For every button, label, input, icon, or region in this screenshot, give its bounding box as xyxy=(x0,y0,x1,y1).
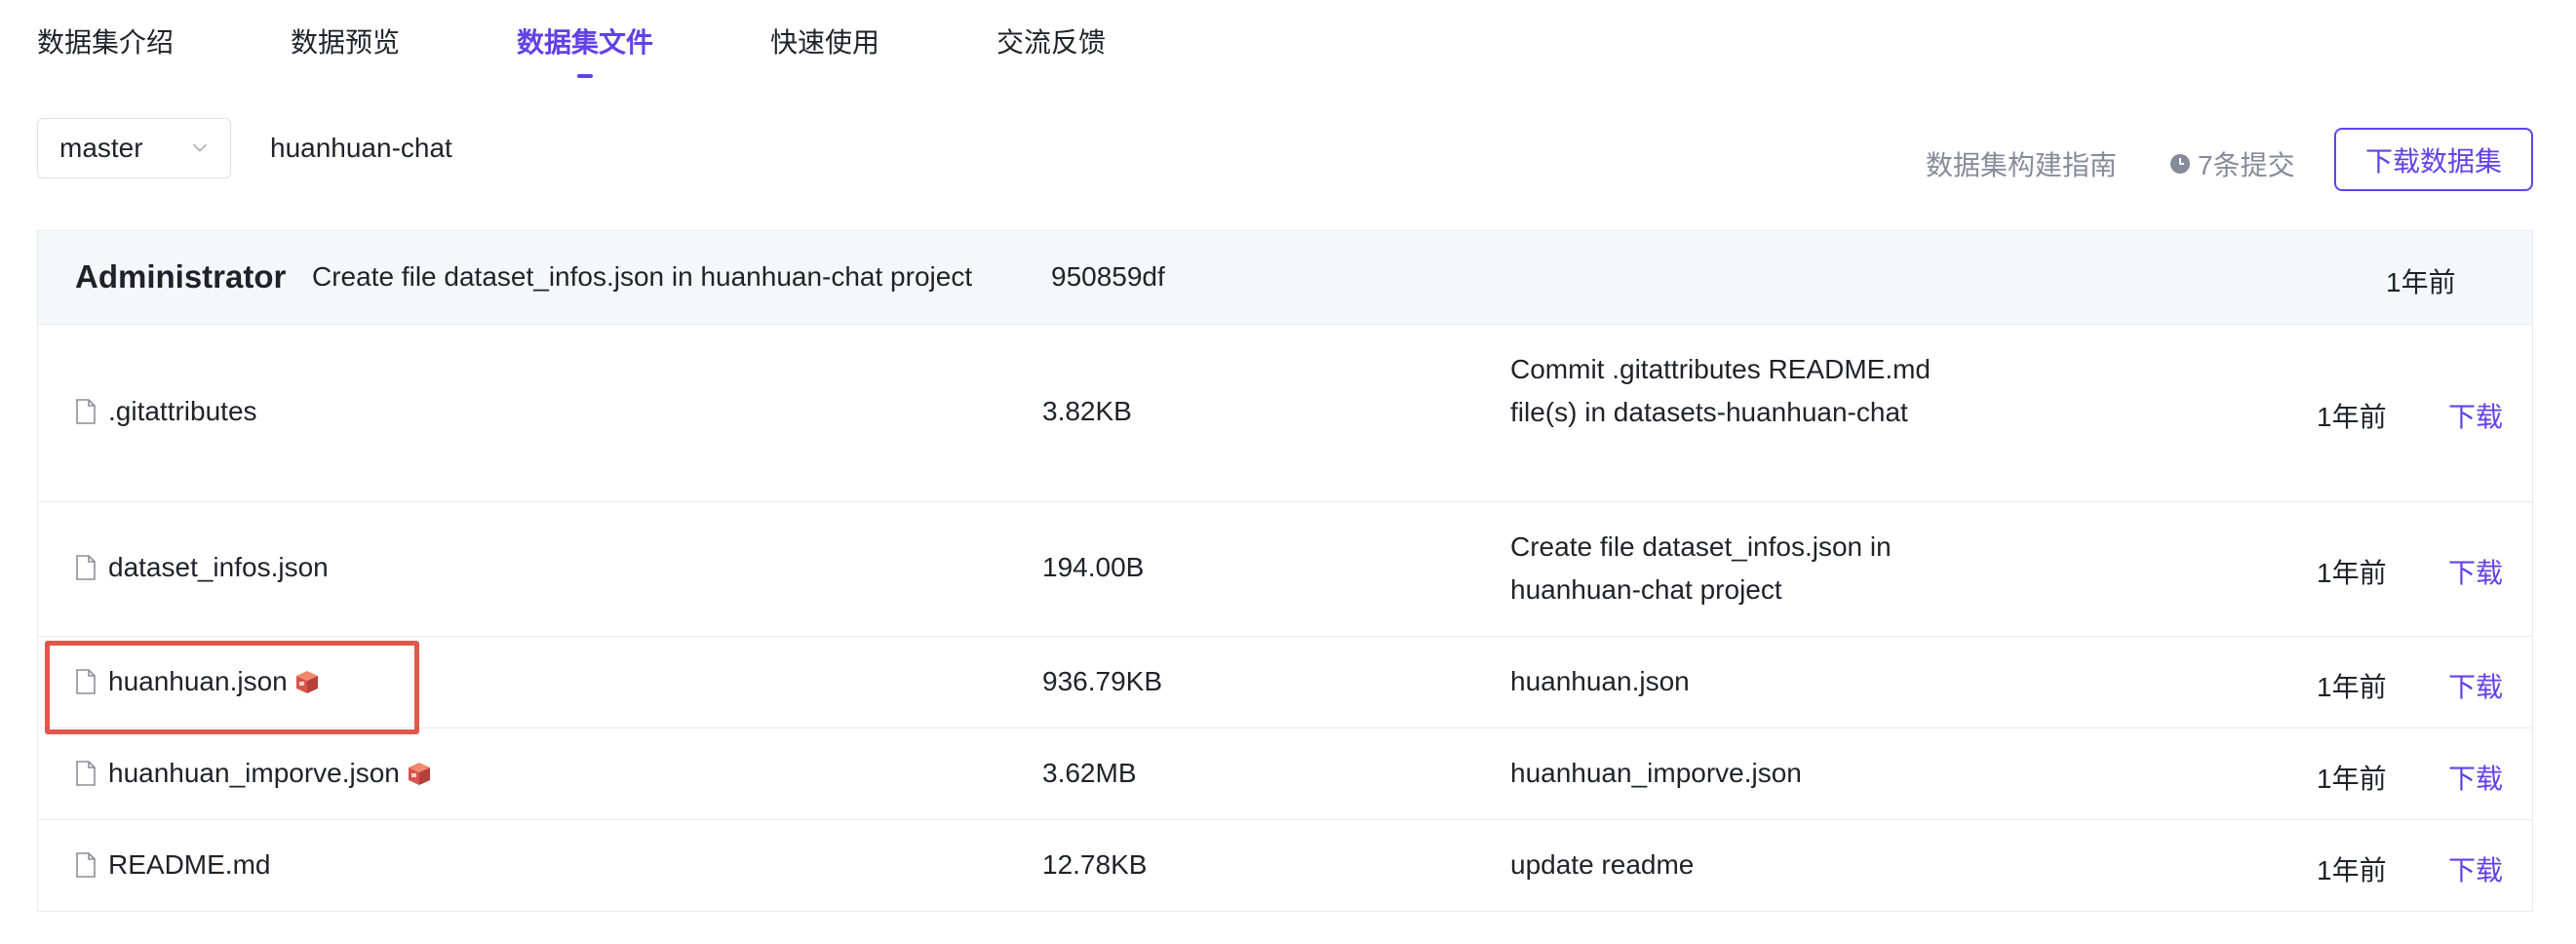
tab-dataset-files[interactable]: 数据集文件 xyxy=(517,21,653,60)
tab-dataset-intro[interactable]: 数据集介绍 xyxy=(37,21,174,60)
download-link[interactable]: 下载 xyxy=(2448,849,2503,888)
branch-select[interactable]: master xyxy=(37,118,231,178)
commits-count: 7条提交 xyxy=(2198,150,2295,180)
tab-quick-start[interactable]: 快速使用 xyxy=(770,21,879,60)
file-commit-message: huanhuan_imporve.json xyxy=(1510,758,1802,788)
tab-data-preview[interactable]: 数据预览 xyxy=(291,21,400,60)
file-time: 1年前 xyxy=(2317,558,2387,588)
file-time: 1年前 xyxy=(2317,402,2387,432)
active-tab-indicator xyxy=(577,74,593,78)
table-row: dataset_infos.json 194.00B Create file d… xyxy=(38,502,2532,637)
file-link[interactable]: huanhuan.json xyxy=(75,666,321,697)
file-link[interactable]: .gitattributes xyxy=(75,396,257,427)
file-name: README.md xyxy=(108,849,271,880)
commits-link[interactable]: 7条提交 xyxy=(2168,144,2295,183)
file-size: 3.62MB xyxy=(1042,758,1137,788)
clock-icon xyxy=(2170,154,2190,174)
repo-name: huanhuan-chat xyxy=(270,133,452,163)
download-dataset-button[interactable]: 下载数据集 xyxy=(2334,128,2533,191)
file-size: 194.00B xyxy=(1042,552,1145,582)
table-row: README.md 12.78KB update readme 1年前 下载 xyxy=(38,820,2532,911)
file-icon xyxy=(76,555,96,580)
file-size: 936.79KB xyxy=(1042,666,1162,696)
file-time: 1年前 xyxy=(2317,855,2387,885)
commit-author[interactable]: Administrator xyxy=(75,258,286,295)
file-commit-message: huanhuan.json xyxy=(1510,666,1690,696)
file-commit-message: Commit .gitattributes README.md file(s) … xyxy=(1510,354,1931,427)
table-row: huanhuan.json 936.79KB huanhuan.json 1年前… xyxy=(38,637,2532,728)
file-icon xyxy=(76,669,96,694)
download-link[interactable]: 下载 xyxy=(2448,396,2503,435)
file-name: .gitattributes xyxy=(108,396,257,426)
branch-name: master xyxy=(59,133,143,163)
table-row: .gitattributes 3.82KB Commit .gitattribu… xyxy=(38,325,2532,502)
tab-feedback[interactable]: 交流反馈 xyxy=(996,21,1106,60)
file-icon xyxy=(76,761,96,786)
file-commit-message: Create file dataset_infos.json in huanhu… xyxy=(1510,531,1892,605)
file-link[interactable]: README.md xyxy=(75,849,270,881)
file-commit-message: update readme xyxy=(1510,849,1695,880)
file-time: 1年前 xyxy=(2317,672,2387,702)
lfs-box-icon xyxy=(408,763,430,785)
chevron-down-icon xyxy=(193,143,207,152)
file-icon xyxy=(76,399,96,424)
commit-time: 1年前 xyxy=(2386,267,2456,297)
commit-message: Create file dataset_infos.json in huanhu… xyxy=(312,261,973,292)
download-link[interactable]: 下载 xyxy=(2448,552,2503,591)
file-time: 1年前 xyxy=(2317,764,2387,794)
dataset-guide-link[interactable]: 数据集构建指南 xyxy=(1926,144,2117,183)
file-name: huanhuan.json xyxy=(108,666,288,696)
file-link[interactable]: huanhuan_imporve.json xyxy=(75,758,433,789)
file-name: dataset_infos.json xyxy=(108,552,329,582)
table-row: huanhuan_imporve.json 3.62MB huanhuan_im… xyxy=(38,728,2532,820)
download-link[interactable]: 下载 xyxy=(2448,758,2503,797)
file-link[interactable]: dataset_infos.json xyxy=(75,552,329,583)
file-size: 3.82KB xyxy=(1042,396,1132,426)
latest-commit-bar: Administrator Create file dataset_infos.… xyxy=(38,231,2532,325)
file-table: Administrator Create file dataset_infos.… xyxy=(37,230,2533,912)
file-icon xyxy=(76,852,96,878)
file-size: 12.78KB xyxy=(1042,849,1148,880)
lfs-box-icon xyxy=(295,671,318,693)
download-link[interactable]: 下载 xyxy=(2448,666,2503,705)
commit-hash[interactable]: 950859df xyxy=(1051,261,1165,293)
file-name: huanhuan_imporve.json xyxy=(108,758,400,788)
